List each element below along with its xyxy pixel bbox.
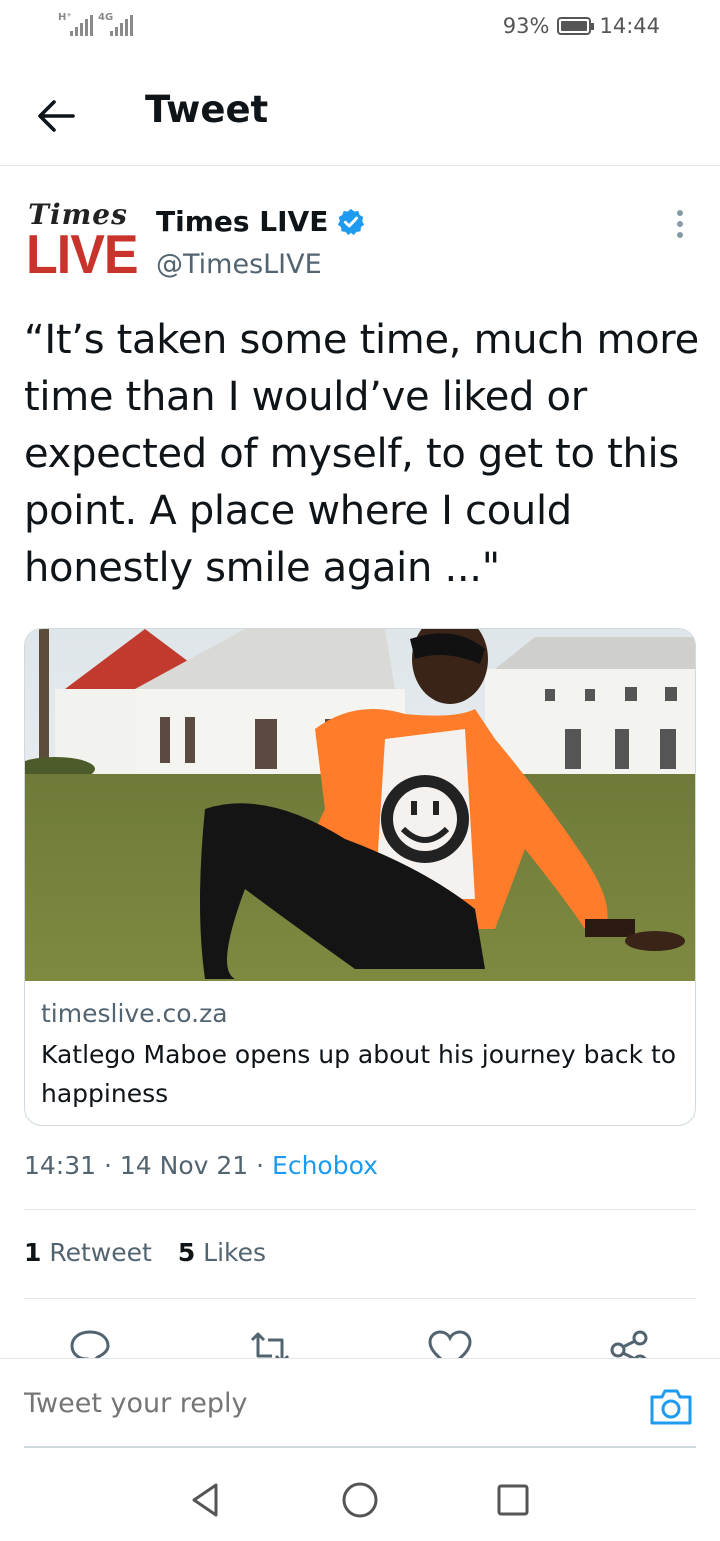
divider [24, 1209, 696, 1210]
battery-icon [557, 17, 595, 35]
signal-strength-icon: H⁺ [58, 12, 93, 36]
triangle-back-icon [192, 1483, 218, 1517]
reply-composer [0, 1358, 720, 1448]
signal-strength-icon: 4G [98, 12, 133, 36]
reply-input[interactable] [24, 1359, 624, 1447]
heart-icon [428, 1330, 472, 1358]
tweet-timestamp: 14:31 · 14 Nov 21 · Echobox [24, 1151, 378, 1180]
clock: 14:44 [599, 14, 660, 38]
arrow-left-icon [38, 100, 75, 132]
retweet-button[interactable] [246, 1326, 294, 1358]
tweet-time: 14:31 [24, 1151, 97, 1180]
separator: · [96, 1151, 120, 1180]
network-type-label: 4G [98, 12, 114, 23]
more-options-button[interactable] [664, 204, 696, 244]
system-navigation-bar [0, 1450, 720, 1541]
verified-badge-icon [338, 208, 365, 235]
share-icon [610, 1330, 648, 1358]
battery-percentage: 93% [502, 14, 550, 38]
link-domain: timeslive.co.za [41, 999, 228, 1028]
tweet-text: “It’s taken some time, much more time th… [24, 317, 699, 591]
back-button[interactable] [30, 90, 82, 142]
reply-underline [24, 1446, 696, 1448]
retweets-stat[interactable]: 1 Retweet [24, 1238, 152, 1267]
share-button[interactable] [606, 1326, 654, 1358]
tweet-date: 14 Nov 21 [119, 1151, 249, 1180]
retweets-label: Retweet [49, 1238, 152, 1267]
likes-count: 5 [177, 1238, 196, 1267]
like-button[interactable] [426, 1326, 474, 1358]
square-recents-icon [497, 1484, 529, 1516]
tweet-source-link[interactable]: Echobox [272, 1151, 378, 1180]
author-display-name: Times LIVE [156, 205, 329, 238]
author-avatar[interactable]: Times LIVE [26, 198, 139, 288]
page-title: Tweet [145, 88, 269, 131]
status-bar: H⁺ 4G 93% 14:44 [0, 0, 720, 56]
link-preview-card[interactable]: timeslive.co.za Katlego Maboe opens up a… [24, 628, 696, 1126]
likes-label: Likes [203, 1238, 267, 1267]
tweet-action-bar [0, 1320, 720, 1358]
circle-home-icon [342, 1482, 378, 1518]
status-right: 93% 14:44 [503, 14, 660, 38]
nav-recents-button[interactable] [493, 1480, 533, 1520]
divider [24, 1298, 696, 1299]
link-title: Katlego Maboe opens up about his journey… [41, 1040, 677, 1108]
retweets-count: 1 [24, 1238, 42, 1267]
camera-icon [650, 1389, 692, 1425]
retweet-icon [250, 1332, 290, 1358]
comment-icon [70, 1330, 110, 1358]
author-name[interactable]: Times LIVE [156, 205, 366, 238]
logo-live-text: LIVE [26, 224, 139, 286]
likes-stat[interactable]: 5 Likes [178, 1238, 266, 1267]
nav-home-button[interactable] [340, 1480, 380, 1520]
separator: · [248, 1151, 273, 1180]
author-handle[interactable]: @TimesLIVE [156, 249, 322, 280]
network-type-label: H⁺ [58, 12, 72, 23]
add-photo-button[interactable] [648, 1387, 694, 1427]
nav-back-button[interactable] [186, 1480, 226, 1520]
more-vertical-icon [677, 210, 683, 238]
top-app-bar: Tweet [0, 70, 720, 166]
reply-button[interactable] [66, 1326, 114, 1358]
engagement-stats: 1 Retweet 5 Likes [24, 1238, 266, 1267]
link-preview-image [25, 629, 695, 981]
